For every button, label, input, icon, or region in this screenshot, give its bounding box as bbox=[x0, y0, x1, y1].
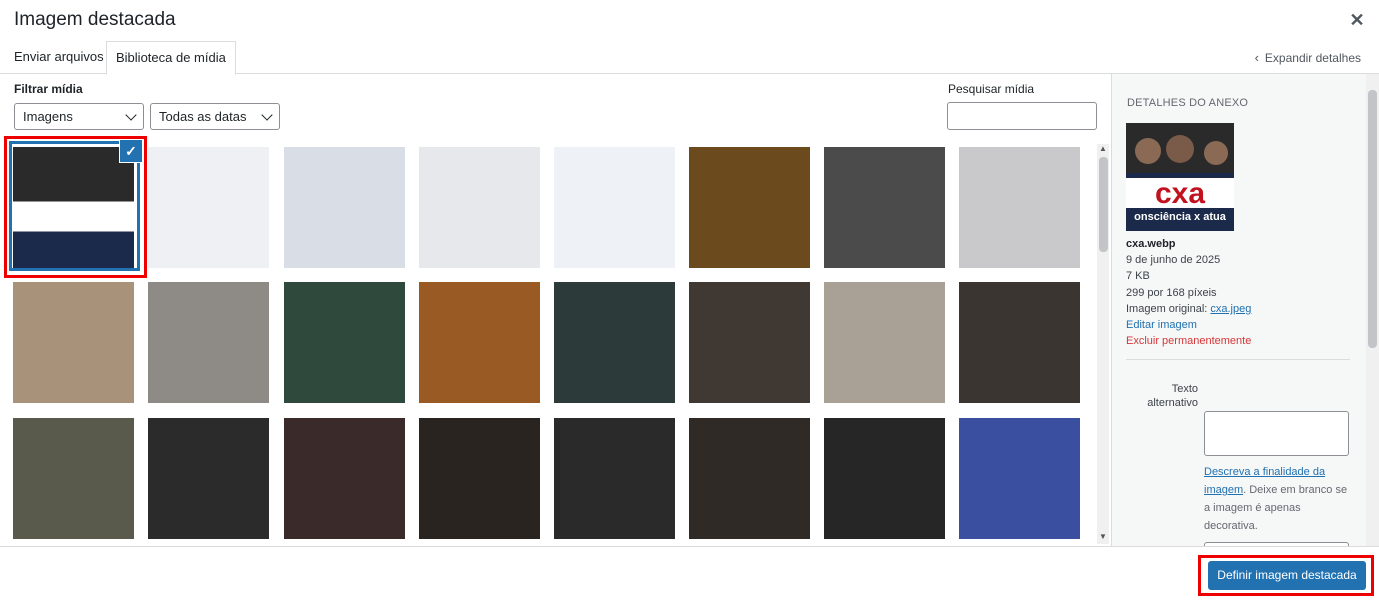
tab-media-library[interactable]: Biblioteca de mídia bbox=[106, 41, 236, 75]
search-media-label: Pesquisar mídia bbox=[948, 82, 1035, 96]
media-thumbnail[interactable] bbox=[284, 147, 405, 268]
attachment-original: Imagem original: cxa.jpeg bbox=[1126, 303, 1251, 315]
thumbnail-image bbox=[148, 147, 269, 268]
media-thumbnail[interactable] bbox=[419, 282, 540, 403]
media-thumbnail[interactable] bbox=[959, 147, 1080, 268]
media-thumbnail[interactable] bbox=[148, 418, 269, 539]
thumbnail-image bbox=[824, 282, 945, 403]
media-thumbnail[interactable] bbox=[554, 282, 675, 403]
edit-image-link[interactable]: Editar imagem bbox=[1126, 319, 1197, 331]
delete-permanently-link[interactable]: Excluir permanentemente bbox=[1126, 335, 1251, 347]
thumbnail-image bbox=[554, 418, 675, 539]
thumbnail-image bbox=[419, 147, 540, 268]
chevron-down-icon bbox=[261, 109, 273, 121]
thumbnail-image bbox=[419, 282, 540, 403]
media-thumbnail[interactable] bbox=[959, 418, 1080, 539]
thumbnail-image bbox=[148, 418, 269, 539]
media-thumbnail[interactable] bbox=[824, 418, 945, 539]
tab-upload-files[interactable]: Enviar arquivos bbox=[5, 41, 113, 74]
media-thumbnail[interactable] bbox=[419, 147, 540, 268]
media-thumbnail[interactable] bbox=[689, 282, 810, 403]
modal-title: Imagem destacada bbox=[14, 9, 176, 30]
original-image-label: Imagem original: bbox=[1126, 303, 1211, 315]
scroll-down-arrow-icon[interactable]: ▼ bbox=[1099, 532, 1107, 541]
scroll-up-arrow-icon[interactable]: ▲ bbox=[1099, 144, 1107, 153]
preview-logo-text: cxa bbox=[1155, 177, 1205, 210]
thumbnail-image bbox=[689, 418, 810, 539]
checkmark-icon[interactable]: ✓ bbox=[119, 139, 143, 163]
thumbnail-image bbox=[13, 282, 134, 403]
thumbnail-image bbox=[284, 282, 405, 403]
media-modal: Imagem destacada ✕ Enviar arquivos Bibli… bbox=[0, 0, 1379, 601]
date-filter-value: Todas as datas bbox=[159, 109, 247, 124]
media-type-select[interactable]: Imagens bbox=[14, 103, 144, 130]
alt-text-help: Descreva a finalidade da imagem. Deixe e… bbox=[1204, 463, 1354, 535]
media-thumbnail[interactable] bbox=[959, 282, 1080, 403]
modal-footer bbox=[0, 546, 1379, 601]
tab-bar: Enviar arquivos Biblioteca de mídia bbox=[0, 41, 1379, 75]
sidebar-divider bbox=[1126, 359, 1350, 360]
thumbnail-image bbox=[824, 418, 945, 539]
media-type-value: Imagens bbox=[23, 109, 73, 124]
media-thumbnail[interactable] bbox=[148, 282, 269, 403]
attachment-filename: cxa.webp bbox=[1126, 238, 1176, 250]
attachment-details-heading: DETALHES DO ANEXO bbox=[1127, 97, 1249, 109]
thumbnail-image bbox=[284, 418, 405, 539]
alt-text-label: Texto alternativo bbox=[1147, 383, 1198, 409]
media-thumbnail[interactable] bbox=[554, 147, 675, 268]
media-thumbnail[interactable] bbox=[824, 147, 945, 268]
date-filter-select[interactable]: Todas as datas bbox=[150, 103, 280, 130]
chevron-left-icon: ‹ bbox=[1254, 50, 1259, 65]
media-thumbnail[interactable] bbox=[13, 418, 134, 539]
media-thumbnail[interactable] bbox=[148, 147, 269, 268]
alt-text-input[interactable] bbox=[1204, 411, 1349, 456]
media-thumbnail[interactable] bbox=[284, 418, 405, 539]
grid-scrollbar-thumb[interactable] bbox=[1099, 157, 1108, 252]
media-thumbnail[interactable] bbox=[13, 282, 134, 403]
thumbnail-image bbox=[284, 147, 405, 268]
close-icon[interactable]: ✕ bbox=[1347, 10, 1367, 30]
search-media-input[interactable] bbox=[947, 102, 1097, 130]
media-grid bbox=[0, 136, 1096, 546]
thumbnail-image bbox=[554, 282, 675, 403]
attachment-size: 7 KB bbox=[1126, 270, 1150, 282]
delete-permanently-label[interactable]: Excluir permanentemente bbox=[1126, 335, 1251, 347]
thumbnail-image bbox=[13, 418, 134, 539]
edit-image-label[interactable]: Editar imagem bbox=[1126, 319, 1197, 331]
thumbnail-image bbox=[419, 418, 540, 539]
thumbnail-image bbox=[824, 147, 945, 268]
thumbnail-image bbox=[689, 147, 810, 268]
attachment-preview: cxa onsciência x atua bbox=[1126, 123, 1234, 231]
media-thumbnail[interactable] bbox=[689, 147, 810, 268]
attachment-date: 9 de junho de 2025 bbox=[1126, 254, 1221, 266]
sidebar-scrollbar-thumb[interactable] bbox=[1368, 90, 1377, 348]
media-thumbnail[interactable] bbox=[689, 418, 810, 539]
media-thumbnail[interactable] bbox=[284, 282, 405, 403]
preview-tagline-text: onsciência x atua bbox=[1134, 211, 1227, 223]
set-featured-image-button[interactable]: Definir imagem destacada bbox=[1208, 561, 1366, 590]
thumbnail-image bbox=[689, 282, 810, 403]
expand-details-label: Expandir detalhes bbox=[1264, 51, 1361, 65]
chevron-down-icon bbox=[125, 109, 137, 121]
thumbnail-image bbox=[554, 147, 675, 268]
thumbnail-image bbox=[959, 418, 1080, 539]
filter-media-label: Filtrar mídia bbox=[14, 82, 83, 96]
media-thumbnail[interactable] bbox=[419, 418, 540, 539]
media-thumbnail[interactable] bbox=[554, 418, 675, 539]
thumbnail-image bbox=[959, 282, 1080, 403]
media-thumbnail[interactable] bbox=[824, 282, 945, 403]
original-image-link[interactable]: cxa.jpeg bbox=[1210, 303, 1251, 315]
expand-details-link[interactable]: ‹ Expandir detalhes bbox=[1255, 50, 1361, 65]
thumbnail-image bbox=[959, 147, 1080, 268]
attachment-dimensions: 299 por 168 píxeis bbox=[1126, 287, 1217, 299]
thumbnail-image bbox=[148, 282, 269, 403]
